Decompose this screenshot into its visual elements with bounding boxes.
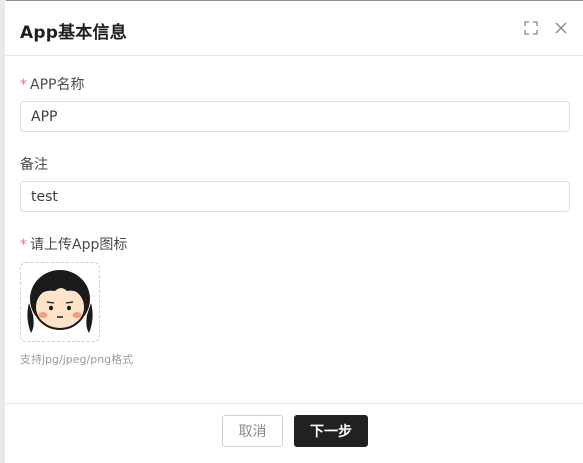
required-mark: * xyxy=(20,237,27,253)
dialog-header: App基本信息 xyxy=(5,1,583,56)
upload-format-hint: 支持jpg/jpeg/png格式 xyxy=(20,353,134,366)
app-icon-label: * 请上传App图标 xyxy=(20,234,127,254)
next-step-button[interactable]: 下一步 xyxy=(294,415,368,447)
required-mark: * xyxy=(20,77,27,93)
remark-input[interactable] xyxy=(20,181,570,212)
cancel-button[interactable]: 取消 xyxy=(222,415,283,447)
dialog-footer: 取消 下一步 xyxy=(5,403,583,463)
avatar-image xyxy=(27,270,93,333)
remark-label: 备注 xyxy=(20,157,48,173)
app-info-dialog: App基本信息 *APP名称 备注 *请上传App图标 xyxy=(5,1,583,463)
app-name-label-text: APP名称 xyxy=(30,77,85,93)
app-icon-label-text: 请上传App图标 xyxy=(30,237,128,253)
app-name-label: * APP名称 xyxy=(20,74,84,94)
dialog-title: App基本信息 xyxy=(20,23,127,43)
close-icon[interactable] xyxy=(553,20,569,36)
app-icon-upload[interactable] xyxy=(20,262,100,342)
fullscreen-icon[interactable] xyxy=(523,20,539,36)
app-name-input[interactable] xyxy=(20,101,570,132)
